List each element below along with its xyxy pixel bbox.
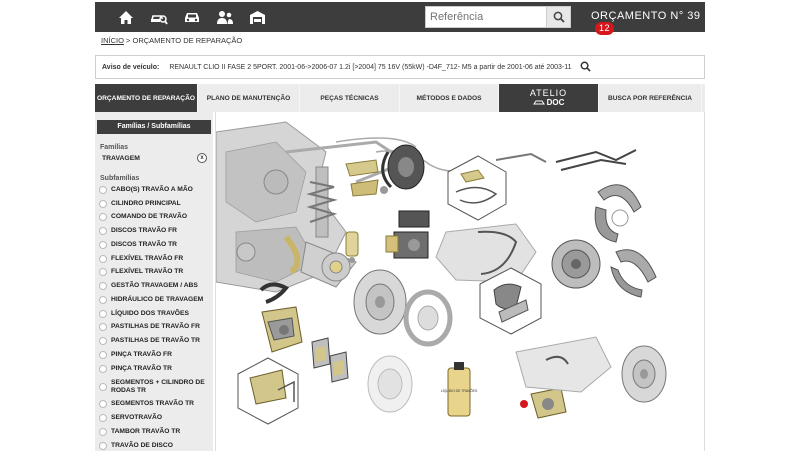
subfamily-radio[interactable] bbox=[99, 414, 107, 423]
subfamily-item[interactable]: PASTILHAS DE TRAVÃO TR bbox=[99, 334, 213, 348]
garage-icon[interactable] bbox=[241, 2, 274, 32]
subfamily-item[interactable]: HIDRÁULICO DE TRAVAGEM bbox=[99, 293, 213, 307]
brake-shoes-part[interactable] bbox=[594, 184, 642, 243]
subfamily-item[interactable]: SERVOTRAVÃO bbox=[99, 411, 213, 425]
orcamento-count-badge: 12 bbox=[595, 22, 615, 35]
brake-hardware-kit-box[interactable] bbox=[447, 155, 507, 221]
subfamily-radio[interactable] bbox=[99, 337, 107, 346]
brake-fluid-bottle-part[interactable]: LÍQUIDO DE TRAVÕES bbox=[441, 362, 478, 417]
subfamily-radio[interactable] bbox=[99, 350, 107, 359]
subfamily-radio[interactable] bbox=[99, 400, 107, 409]
subfamily-radio[interactable] bbox=[99, 309, 107, 318]
car-logo-icon bbox=[532, 100, 545, 105]
subfamily-radio[interactable] bbox=[99, 323, 107, 332]
subfamily-item[interactable]: FLEXÍVEL TRAVÃO TR bbox=[99, 266, 213, 280]
top-navigation-bar: ORÇAMENTO N° 39 12 bbox=[95, 2, 705, 35]
rear-caliper-part[interactable] bbox=[520, 387, 567, 419]
selected-family: TRAVAGEM x bbox=[102, 153, 207, 163]
subfamily-radio[interactable] bbox=[99, 282, 107, 291]
subfamily-radio[interactable] bbox=[99, 295, 107, 304]
search-icon bbox=[553, 11, 565, 23]
subfamily-item[interactable]: GESTÃO TRAVAGEM / ABS bbox=[99, 279, 213, 293]
sidebar-header: Famílias / Subfamílias bbox=[97, 120, 211, 134]
vehicle-search-icon[interactable] bbox=[580, 61, 591, 74]
tab-pecas-tecnicas[interactable]: PEÇAS TÉCNICAS bbox=[300, 84, 400, 112]
search-button[interactable] bbox=[546, 7, 570, 27]
families-sidebar: Famílias / Subfamílias Famílias TRAVAGEM… bbox=[95, 112, 213, 451]
subfamily-item[interactable]: SEGMENTOS + CILINDRO DE RODAS TR bbox=[99, 376, 213, 398]
brake-drum-part[interactable] bbox=[551, 239, 601, 289]
subfamily-item[interactable]: FLEXÍVEL TRAVÃO FR bbox=[99, 252, 213, 266]
subfamily-item[interactable]: DISCOS TRAVÃO FR bbox=[99, 224, 213, 238]
subfamily-item[interactable]: TAMBOR TRAVÃO TR bbox=[99, 425, 213, 439]
subfamily-radio[interactable] bbox=[99, 441, 107, 450]
tab-busca-referencia[interactable]: BUSCA POR REFERÊNCIA bbox=[599, 84, 702, 112]
breadcrumb-current: ORÇAMENTO DE REPARAÇÃO bbox=[132, 36, 243, 45]
subfamily-list: CABO(S) TRAVÃO A MÃO CILINDRO PRINCIPAL … bbox=[95, 183, 213, 451]
rear-brake-disc-part[interactable] bbox=[621, 345, 667, 403]
brake-hose-part[interactable] bbox=[495, 149, 637, 171]
subfamily-radio[interactable] bbox=[99, 227, 107, 236]
tab-orcamento-reparacao[interactable]: ORÇAMENTO DE REPARAÇÃO bbox=[95, 84, 198, 112]
car-search-icon[interactable] bbox=[142, 2, 175, 32]
subfamily-radio[interactable] bbox=[99, 254, 107, 263]
front-brake-pads-part[interactable] bbox=[311, 337, 349, 383]
orcamento-label: ORÇAMENTO bbox=[591, 10, 667, 22]
clear-family-button[interactable]: x bbox=[197, 153, 207, 163]
front-brake-disc-part[interactable] bbox=[353, 269, 407, 335]
vehicle-notice-bar: Aviso de veículo: RENAULT CLIO II FASE 2… bbox=[95, 55, 705, 79]
caliper-bracket-kit-box[interactable] bbox=[237, 357, 299, 425]
parts-diagram: LÍQUIDO DE TRAVÕES bbox=[215, 112, 705, 451]
breadcrumb-separator: > bbox=[126, 36, 131, 45]
subfamily-item[interactable]: COMANDO DE TRAVÃO bbox=[99, 211, 213, 225]
drum-shoes-part[interactable] bbox=[403, 289, 453, 347]
subfamily-item[interactable]: LÍQUIDO DOS TRAVÕES bbox=[99, 307, 213, 321]
subfamily-item[interactable]: PASTILHAS DE TRAVÃO FR bbox=[99, 321, 213, 335]
top-icon-group bbox=[95, 2, 274, 32]
breadcrumb: INÍCIO > ORÇAMENTO DE REPARAÇÃO bbox=[101, 36, 242, 45]
brake-fluid-label: LÍQUIDO DE TRAVÕES bbox=[441, 388, 478, 393]
reference-search bbox=[425, 6, 571, 28]
orcamento-indicator[interactable]: ORÇAMENTO N° 39 12 bbox=[591, 10, 705, 35]
subfamily-item[interactable]: PINÇA TRAVÃO FR bbox=[99, 348, 213, 362]
selected-family-name: TRAVAGEM bbox=[102, 154, 140, 162]
subfamily-item[interactable]: PINÇA TRAVÃO TR bbox=[99, 362, 213, 376]
subfamily-radio[interactable] bbox=[99, 185, 107, 194]
tab-plano-manutencao[interactable]: PLANO DE MANUTENÇÃO bbox=[198, 84, 300, 112]
subfamily-radio[interactable] bbox=[99, 364, 107, 373]
subfamily-item[interactable]: SEGMENTOS TRAVÃO TR bbox=[99, 398, 213, 412]
reference-search-input[interactable] bbox=[426, 7, 546, 27]
logo-text-doc: DOC bbox=[546, 98, 565, 107]
logo-text-atelio: ATELIO bbox=[529, 88, 568, 98]
rear-brake-shoes-part[interactable] bbox=[610, 249, 657, 298]
vehicle-description: RENAULT CLIO II FASE 2 5PORT. 2001-06->2… bbox=[169, 63, 572, 71]
families-label: Famílias bbox=[100, 144, 129, 151]
rear-axle-lower-illustration bbox=[515, 336, 612, 393]
subfamily-radio[interactable] bbox=[99, 213, 107, 222]
orcamento-number: N° 39 bbox=[670, 10, 701, 22]
subfamily-radio[interactable] bbox=[99, 199, 107, 208]
subfamily-item[interactable]: DISCOS TRAVÃO TR bbox=[99, 238, 213, 252]
front-caliper-part[interactable] bbox=[261, 306, 303, 353]
subfamily-item[interactable]: CABO(S) TRAVÃO A MÃO bbox=[99, 183, 213, 197]
breadcrumb-home-link[interactable]: INÍCIO bbox=[101, 36, 124, 45]
subfamilies-label: Subfamílias bbox=[100, 175, 140, 182]
vehicle-notice-label: Aviso de veículo: bbox=[102, 63, 160, 71]
subfamily-radio[interactable] bbox=[99, 268, 107, 277]
tab-metodos-dados[interactable]: MÉTODOS E DADOS bbox=[400, 84, 499, 112]
subfamily-item[interactable]: TRAVÃO DE DISCO bbox=[99, 439, 213, 451]
abs-module-part[interactable] bbox=[385, 210, 430, 259]
main-tabs: ORÇAMENTO DE REPARAÇÃO PLANO DE MANUTENÇ… bbox=[95, 84, 705, 112]
brake-system-illustration: LÍQUIDO DE TRAVÕES bbox=[216, 121, 667, 425]
atelio-doc-logo[interactable]: ATELIO DOC bbox=[499, 84, 599, 112]
subfamily-radio[interactable] bbox=[99, 427, 107, 436]
car-icon[interactable] bbox=[175, 2, 208, 32]
subfamily-radio[interactable] bbox=[99, 382, 107, 391]
home-icon[interactable] bbox=[109, 2, 142, 32]
subfamily-radio[interactable] bbox=[99, 240, 107, 249]
subfamily-item[interactable]: CILINDRO PRINCIPAL bbox=[99, 197, 213, 211]
rear-drum-part[interactable] bbox=[367, 355, 413, 413]
users-icon[interactable] bbox=[208, 2, 241, 32]
